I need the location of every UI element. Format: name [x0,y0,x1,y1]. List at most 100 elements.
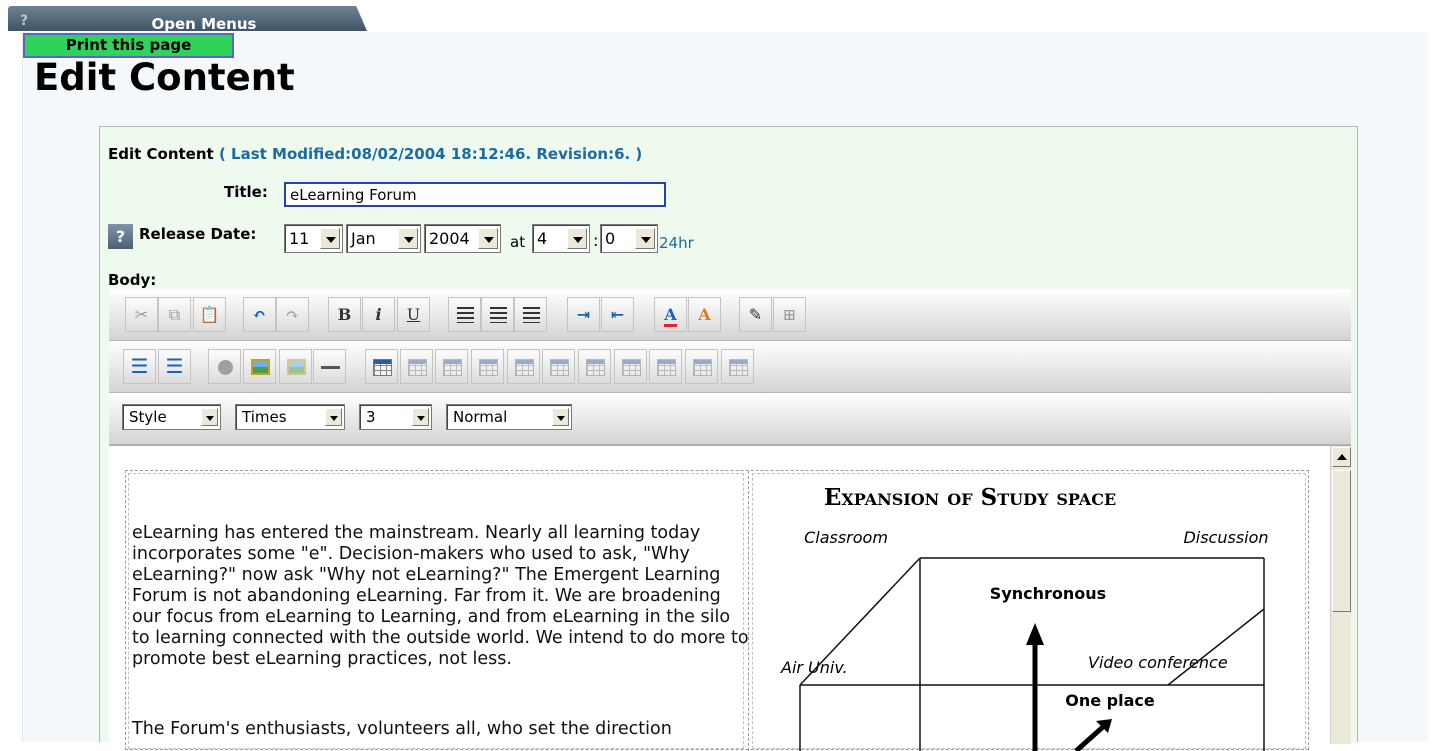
delete-cell-button[interactable] [721,349,754,384]
release-minute-select[interactable]: 0 [600,224,658,253]
open-menus-tab[interactable]: ? Open Menus [8,6,367,31]
release-month-select[interactable]: Jan [346,224,421,253]
chevron-down-icon [201,408,218,426]
cell-properties-button[interactable] [435,349,468,384]
italic-button[interactable]: i [362,297,395,332]
style-select-value: Style [129,408,167,426]
redo-icon: ↷ [285,305,300,324]
undo-icon: ↶ [252,305,267,324]
page-title: Edit Content [34,56,295,99]
synchronous-label: Synchronous [990,584,1106,603]
insert-media-icon [287,359,306,375]
text-color-button[interactable]: A [654,297,687,332]
last-modified-text: ( Last Modified:08/02/2004 18:12:46. Rev… [218,145,643,163]
underline-button[interactable]: U [397,297,430,332]
insert-row-button[interactable] [471,349,504,384]
one-place-label: One place [1065,691,1155,710]
paste-icon: 📋 [199,305,220,324]
outdent-button[interactable]: ⇤ [601,297,634,332]
title-input[interactable] [284,182,666,207]
rich-text-edit-area[interactable]: eLearning has entered the mainstream. Ne… [109,445,1351,751]
split-cell-button[interactable] [649,349,682,384]
bold-icon: B [337,305,352,324]
release-minute-value: 0 [605,229,616,248]
ordered-list-icon: ☰ [130,354,149,378]
align-right-button[interactable] [514,297,547,332]
release-day-select[interactable]: 11 [284,224,343,253]
highlight-color-button[interactable]: A [688,297,721,332]
unordered-list-button[interactable]: ☰ [158,349,191,384]
insert-table-icon [373,359,392,376]
block-format-select-value: Normal [453,408,508,426]
undo-button[interactable]: ↶ [243,297,276,332]
scroll-up-arrow-icon[interactable] [1332,447,1351,467]
release-year-select[interactable]: 2004 [424,224,501,253]
insert-column-icon [515,359,534,376]
format-toolbar: Style Times 3 Normal [109,393,1351,445]
insert-cell-button[interactable] [685,349,718,384]
print-page-button[interactable]: Print this page [23,33,234,58]
horizontal-rule-icon [321,366,340,369]
release-month-value: Jan [351,229,376,248]
chevron-down-icon [635,228,655,249]
italic-icon: i [375,305,382,324]
redo-button[interactable]: ↷ [276,297,309,332]
ordered-list-button[interactable]: ☰ [123,349,156,384]
outdent-icon: ⇤ [610,305,625,324]
insert-link-button[interactable] [208,349,241,384]
highlight-color-icon: A [698,305,711,324]
release-help-icon[interactable]: ? [108,224,133,249]
chevron-down-icon [412,408,429,426]
release-hour-select[interactable]: 4 [532,224,590,253]
release-year-value: 2004 [429,229,470,248]
align-left-button[interactable] [448,297,481,332]
text-color-icon: A [664,305,677,327]
insert-image-button[interactable] [243,349,276,384]
table-properties-button[interactable] [400,349,433,384]
one-place-arrow-icon [1074,719,1112,751]
scrollbar-thumb[interactable] [1332,470,1351,612]
toggle-borders-button[interactable]: ⊞ [773,297,806,332]
bold-button[interactable]: B [328,297,361,332]
top-strip [0,0,1456,6]
study-space-diagram: Expansion of Study space Classroom Discu… [780,484,1269,751]
insert-table-button[interactable] [365,349,398,384]
underline-icon: U [406,305,421,324]
delete-cell-icon [729,359,748,376]
cut-icon: ✂ [134,305,149,324]
style-select[interactable]: Style [122,404,221,430]
align-right-icon [523,307,540,323]
font-size-select-value: 3 [366,408,376,426]
indent-button[interactable]: ⇥ [567,297,600,332]
body-label: Body: [108,271,157,289]
insert-media-button[interactable] [279,349,312,384]
merge-cells-button[interactable] [614,349,647,384]
edit-source-button[interactable]: ✎ [739,297,772,332]
copy-icon: ⧉ [168,305,181,324]
editor-toolbar-row-2: ☰ ☰ [109,341,1351,393]
font-select-value: Times [242,408,287,426]
chevron-down-icon [552,408,569,426]
font-select[interactable]: Times [235,404,345,430]
delete-column-button[interactable] [578,349,611,384]
chevron-down-icon [398,228,418,249]
delete-row-icon [550,359,569,376]
align-center-icon [490,307,507,323]
paste-button[interactable]: 📋 [193,297,226,332]
align-center-button[interactable] [481,297,514,332]
discussion-label: Discussion [1183,528,1268,547]
open-menus-label: Open Menus [151,15,257,33]
clock-format-label: 24hr [659,234,694,252]
horizontal-rule-button[interactable] [313,349,346,384]
indent-icon: ⇥ [576,305,591,324]
block-format-select[interactable]: Normal [446,404,572,430]
title-label: Title: [224,183,268,201]
time-colon: : [593,231,599,250]
vertical-scrollbar[interactable] [1330,446,1351,744]
font-size-select[interactable]: 3 [359,404,432,430]
insert-column-button[interactable] [507,349,540,384]
copy-button[interactable]: ⧉ [158,297,191,332]
delete-row-button[interactable] [542,349,575,384]
cell-properties-icon [443,359,462,376]
cut-button[interactable]: ✂ [125,297,158,332]
